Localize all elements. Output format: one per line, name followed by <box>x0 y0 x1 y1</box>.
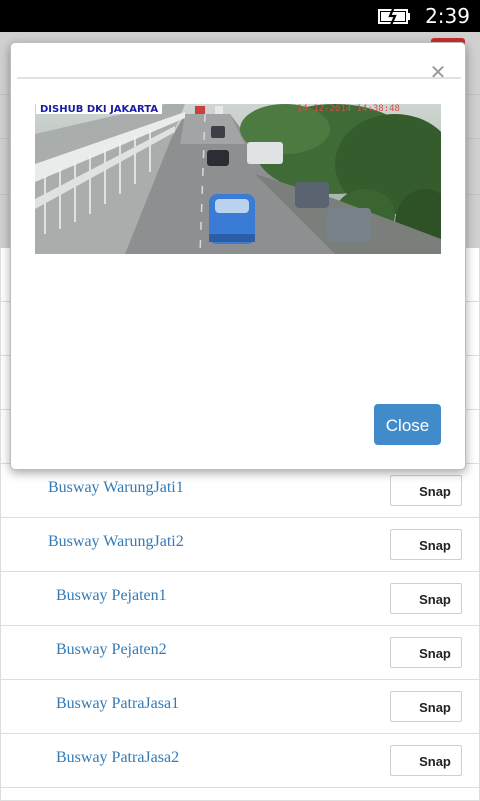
modal-header-divider <box>17 77 461 79</box>
camera-link[interactable]: Busway WarungJati1 <box>48 479 184 497</box>
list-item <box>0 788 480 801</box>
list-item: Busway WarungJati2 Snap <box>0 518 480 572</box>
snap-button[interactable]: Snap <box>390 691 462 722</box>
camera-link[interactable]: Busway PatraJasa1 <box>56 695 179 713</box>
traffic-scene <box>35 104 441 254</box>
battery-charging-icon <box>378 7 410 25</box>
snap-button[interactable]: Snap <box>390 637 462 668</box>
camera-timestamp: 14-12-2014 14:38:48 <box>297 104 400 114</box>
camera-link[interactable]: Busway PatraJasa2 <box>56 749 179 767</box>
status-bar: 2:39 <box>0 0 480 32</box>
camera-link[interactable]: Busway Pejaten2 <box>56 641 167 659</box>
snap-button[interactable]: Snap <box>390 583 462 614</box>
camera-source-label: DISHUB DKI JAKARTA <box>36 104 163 115</box>
list-item: Busway PatraJasa2 Snap <box>0 734 480 788</box>
list-item: Busway PatraJasa1 Snap <box>0 680 480 734</box>
snap-button[interactable]: Snap <box>390 529 462 560</box>
list-item: Busway WarungJati1 Snap <box>0 464 480 518</box>
camera-link[interactable]: Busway WarungJati2 <box>48 533 184 551</box>
camera-snapshot-image: DISHUB DKI JAKARTA 14-12-2014 14:38:48 <box>35 104 441 254</box>
list-item: Busway Pejaten1 Snap <box>0 572 480 626</box>
close-button[interactable]: Close <box>374 404 441 445</box>
snap-button[interactable]: Snap <box>390 745 462 776</box>
list-item: Busway Pejaten2 Snap <box>0 626 480 680</box>
snapshot-modal: ✕ DISHUB DKI JAKARTA 14-12-2014 14:38:48… <box>10 42 466 470</box>
close-icon[interactable]: ✕ <box>428 62 448 82</box>
camera-link[interactable]: Busway Pejaten1 <box>56 587 167 605</box>
snap-button[interactable]: Snap <box>390 475 462 506</box>
status-time: 2:39 <box>425 4 470 28</box>
